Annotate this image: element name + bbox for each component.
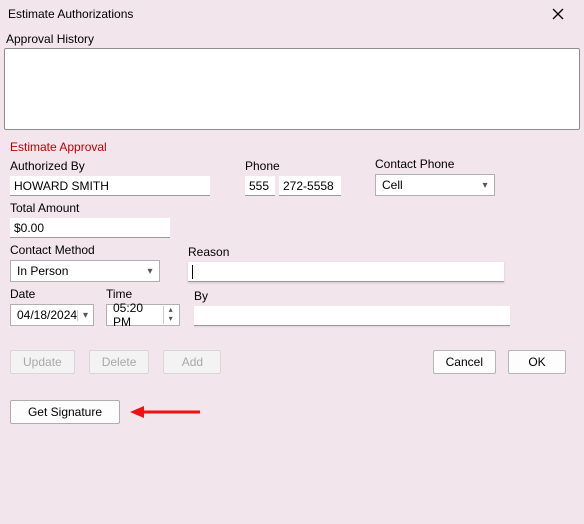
contact-phone-value: Cell <box>382 178 403 192</box>
phone-number-input[interactable] <box>279 176 341 196</box>
text-caret <box>192 265 193 279</box>
update-button[interactable]: Update <box>10 350 75 374</box>
time-input[interactable]: 05:20 PM ▴ ▾ <box>106 304 180 326</box>
contact-method-value: In Person <box>17 264 68 278</box>
contact-method-label: Contact Method <box>10 242 180 258</box>
time-spinner[interactable]: ▴ ▾ <box>163 306 177 324</box>
by-label: By <box>194 288 514 304</box>
phone-label: Phone <box>245 158 355 174</box>
by-input[interactable] <box>194 306 510 326</box>
chevron-down-icon: ▾ <box>478 180 492 191</box>
authorized-by-label: Authorized By <box>10 158 220 174</box>
date-label: Date <box>10 286 102 302</box>
approval-history-box[interactable] <box>4 48 580 130</box>
total-amount-input[interactable] <box>10 218 170 238</box>
delete-button[interactable]: Delete <box>89 350 150 374</box>
reason-input[interactable] <box>188 262 504 282</box>
cancel-button[interactable]: Cancel <box>433 350 496 374</box>
add-button[interactable]: Add <box>163 350 221 374</box>
chevron-down-icon: ▾ <box>143 266 157 277</box>
spinner-down-icon: ▾ <box>164 315 177 324</box>
form-area: Authorized By Phone Contact Phone Cell ▾… <box>0 154 584 326</box>
time-label: Time <box>106 286 190 302</box>
time-value: 05:20 PM <box>113 301 163 329</box>
annotation-arrow <box>130 404 200 420</box>
total-amount-label: Total Amount <box>10 200 180 216</box>
date-value: 04/18/2024 <box>17 308 77 322</box>
ok-button[interactable]: OK <box>508 350 566 374</box>
close-button[interactable] <box>540 2 576 26</box>
title-bar: Estimate Authorizations <box>0 0 584 28</box>
contact-phone-select[interactable]: Cell ▾ <box>375 174 495 196</box>
date-input[interactable]: 04/18/2024 ▾ <box>10 304 94 326</box>
get-signature-button[interactable]: Get Signature <box>10 400 120 424</box>
calendar-dropdown-icon: ▾ <box>77 310 91 321</box>
phone-area-input[interactable] <box>245 176 275 196</box>
reason-label: Reason <box>188 244 514 260</box>
window-title: Estimate Authorizations <box>8 7 133 21</box>
close-icon <box>552 8 564 20</box>
estimate-approval-heading: Estimate Approval <box>0 130 584 154</box>
authorized-by-input[interactable] <box>10 176 210 196</box>
approval-history-label: Approval History <box>0 28 584 48</box>
contact-method-select[interactable]: In Person ▾ <box>10 260 160 282</box>
arrow-left-icon <box>130 404 200 420</box>
contact-phone-label: Contact Phone <box>375 156 505 172</box>
